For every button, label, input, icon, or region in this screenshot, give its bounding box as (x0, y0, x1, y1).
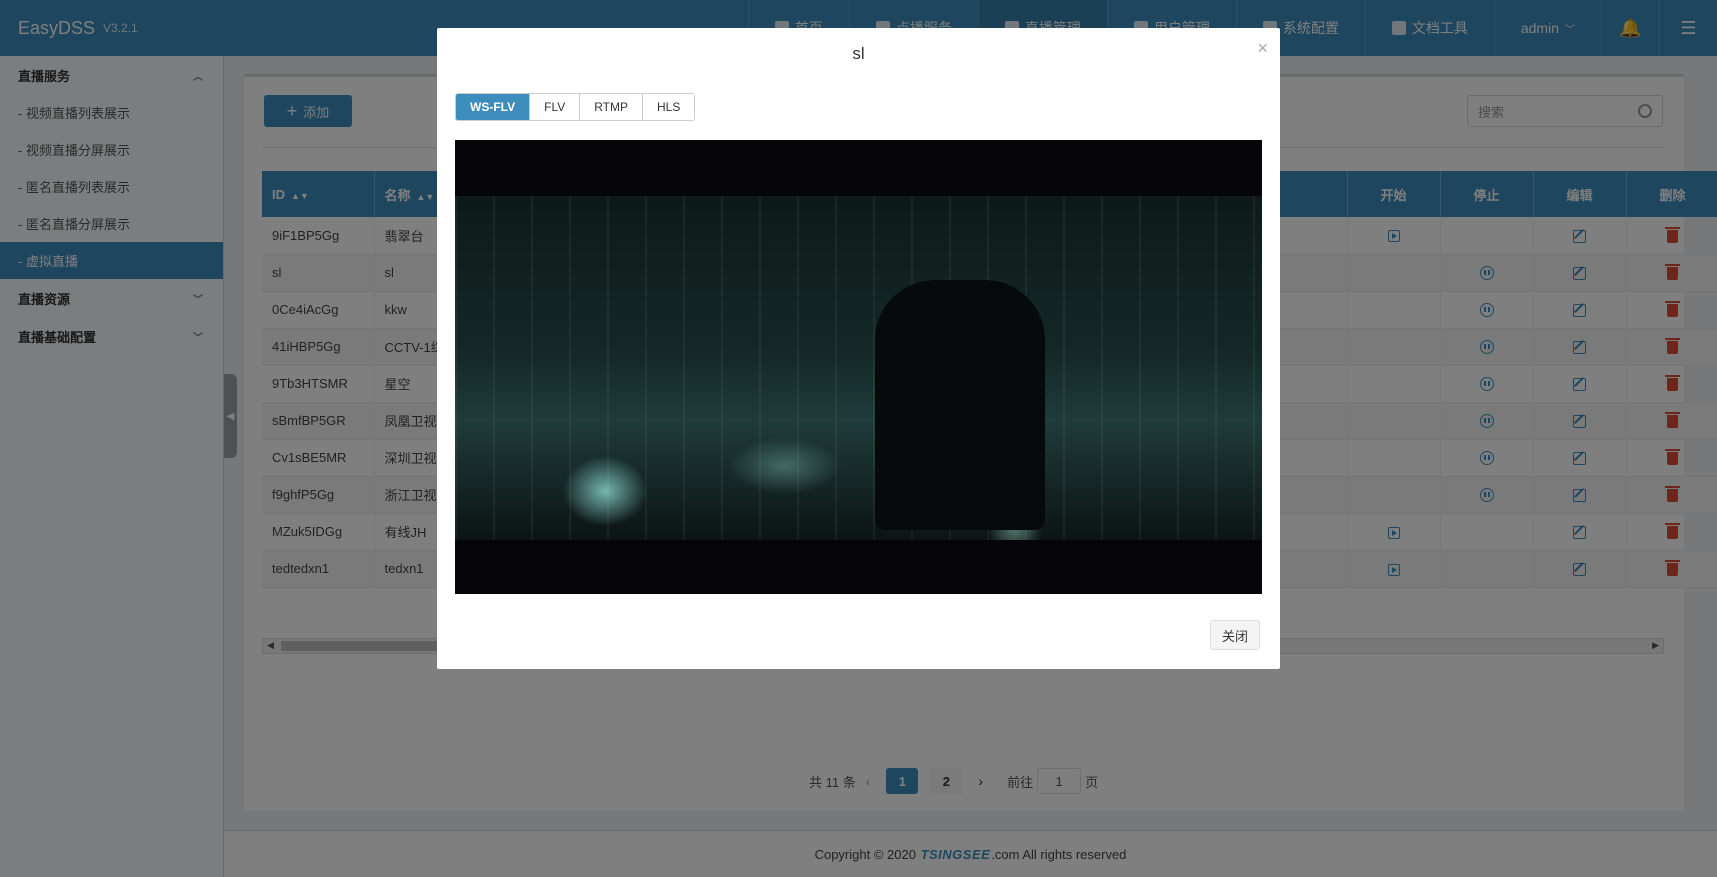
tab-ws-flv[interactable]: WS-FLV (456, 94, 531, 120)
video-frame (455, 196, 1262, 540)
close-icon[interactable]: × (1257, 38, 1268, 59)
modal-title: sl (852, 44, 865, 63)
video-player-modal: sl × WS-FLV FLV RTMP HLS 关闭 (437, 28, 1280, 669)
video-frame-figure (875, 280, 1045, 530)
tab-hls[interactable]: HLS (643, 94, 695, 120)
protocol-tabs: WS-FLV FLV RTMP HLS (455, 93, 696, 121)
close-button[interactable]: 关闭 (1210, 620, 1260, 650)
video-player[interactable] (455, 140, 1262, 594)
tab-rtmp[interactable]: RTMP (580, 94, 644, 120)
tab-flv[interactable]: FLV (530, 94, 581, 120)
